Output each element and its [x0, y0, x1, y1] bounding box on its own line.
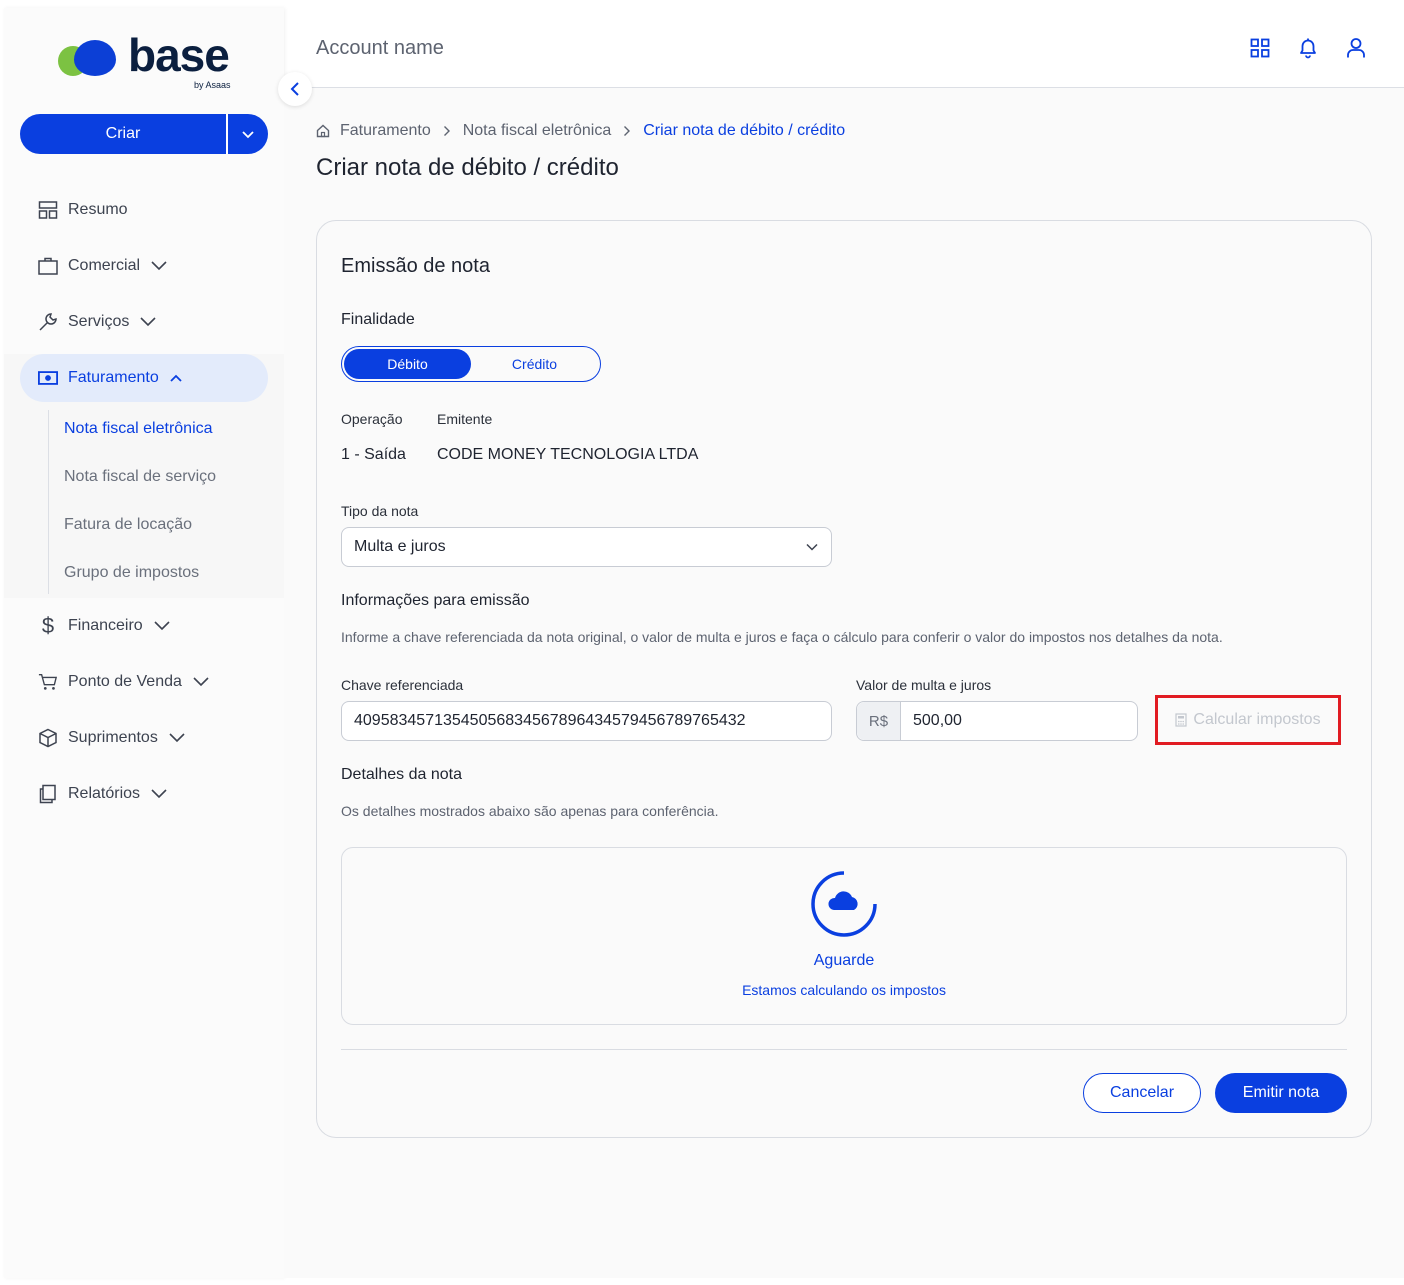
info-title: Informações para emissão — [341, 592, 530, 609]
finalidade-label: Finalidade — [341, 311, 415, 328]
sidebar-subitem-nfe[interactable]: Nota fiscal eletrônica — [64, 420, 213, 438]
operacao-label: Operação — [341, 411, 403, 427]
toggle-debito[interactable]: Débito — [344, 349, 471, 379]
sidebar-item-label: Suprimentos — [68, 729, 158, 746]
emit-button[interactable]: Emitir nota — [1215, 1073, 1347, 1113]
chevron-left-icon — [290, 82, 299, 96]
sidebar-item-label: Comercial — [68, 257, 141, 274]
breadcrumb-current[interactable]: Criar nota de débito / crédito — [643, 122, 845, 140]
breadcrumb: Faturamento Nota fiscal eletrônica Criar… — [316, 122, 845, 140]
box-icon — [38, 728, 58, 748]
cart-icon — [38, 672, 58, 692]
calcular-label: Calcular impostos — [1193, 711, 1321, 728]
loading-cloud-icon — [810, 870, 878, 938]
sidebar-item-financeiro[interactable]: $ Financeiro — [20, 602, 268, 650]
emission-card: Emissão de nota Finalidade Débito Crédit… — [316, 220, 1372, 1138]
home-icon[interactable] — [316, 124, 330, 138]
brand-by: by Asaas — [194, 80, 231, 90]
chevron-down-icon — [242, 131, 254, 139]
sidebar-subitem-fatura-locacao[interactable]: Fatura de locação — [64, 516, 192, 534]
collapse-sidebar-button[interactable] — [278, 72, 312, 106]
sidebar-item-comercial[interactable]: Comercial — [20, 242, 268, 290]
chevron-down-icon — [150, 260, 168, 272]
tipo-value: Multa e juros — [354, 538, 446, 555]
money-icon — [38, 368, 58, 388]
dashboard-icon — [38, 200, 58, 220]
wait-title: Aguarde — [813, 952, 875, 969]
details-title: Detalhes da nota — [341, 766, 462, 783]
tipo-select[interactable]: Multa e juros — [341, 527, 832, 567]
sidebar-subitem-grupo-impostos[interactable]: Grupo de impostos — [64, 564, 199, 582]
sidebar-item-suprimentos[interactable]: Suprimentos — [20, 714, 268, 762]
chevron-right-icon — [443, 125, 451, 137]
sidebar-item-label: Faturamento — [68, 369, 159, 386]
chevron-down-icon — [153, 620, 171, 632]
logo-blue-dot — [74, 40, 116, 76]
sidebar-item-label: Financeiro — [68, 617, 143, 634]
chevron-down-icon — [168, 732, 186, 744]
chevron-down-icon — [150, 788, 168, 800]
details-help: Os detalhes mostrados abaixo são apenas … — [341, 803, 719, 819]
breadcrumb-faturamento[interactable]: Faturamento — [340, 122, 431, 140]
wait-subtitle: Estamos calculando os impostos — [742, 982, 946, 998]
breadcrumb-nfe[interactable]: Nota fiscal eletrônica — [463, 122, 612, 140]
create-split-button: Criar — [20, 114, 268, 154]
valor-label: Valor de multa e juros — [856, 677, 992, 693]
toggle-credito[interactable]: Crédito — [471, 349, 598, 379]
sidebar-item-relatorios[interactable]: Relatórios — [20, 770, 268, 818]
sidebar-item-label: Resumo — [68, 201, 128, 218]
sidebar-item-label: Ponto de Venda — [68, 673, 182, 690]
sidebar-item-servicos[interactable]: Serviços — [20, 298, 268, 346]
create-button[interactable]: Criar — [20, 114, 228, 154]
sidebar-item-faturamento[interactable]: Faturamento — [20, 354, 268, 402]
main-content: Faturamento Nota fiscal eletrônica Criar… — [284, 88, 1404, 1278]
chave-value: 4095834571354505683456789643457945678976… — [354, 712, 746, 729]
create-dropdown-button[interactable] — [228, 114, 268, 154]
cancel-button[interactable]: Cancelar — [1083, 1073, 1201, 1113]
emitente-label: Emitente — [437, 411, 493, 427]
account-name[interactable]: Account name — [316, 37, 444, 60]
emitente-value: CODE MONEY TECNOLOGIA LTDA — [437, 446, 699, 463]
operacao-value: 1 - Saída — [341, 446, 406, 463]
info-help: Informe a chave referenciada da nota ori… — [341, 629, 1223, 645]
calculator-icon — [1175, 713, 1188, 727]
bell-icon[interactable] — [1296, 36, 1320, 60]
tipo-label: Tipo da nota — [341, 503, 419, 519]
submenu-line — [48, 410, 49, 594]
sidebar-item-resumo[interactable]: Resumo — [20, 186, 268, 234]
sidebar-subitem-nfs[interactable]: Nota fiscal de serviço — [64, 468, 216, 486]
briefcase-icon — [38, 256, 58, 276]
sidebar-item-label: Relatórios — [68, 785, 141, 802]
top-header: Account name — [284, 8, 1404, 88]
chevron-down-icon — [805, 542, 819, 552]
chave-input[interactable]: 4095834571354505683456789643457945678976… — [341, 701, 832, 741]
card-title: Emissão de nota — [341, 255, 490, 277]
chevron-down-icon — [192, 676, 210, 688]
chave-label: Chave referenciada — [341, 677, 464, 693]
chevron-down-icon — [139, 316, 157, 328]
page-title: Criar nota de débito / crédito — [316, 154, 619, 181]
sidebar-item-label: Serviços — [68, 313, 130, 330]
brand-name: base — [128, 29, 230, 81]
chevron-up-icon — [169, 373, 183, 383]
finalidade-toggle: Débito Crédito — [341, 346, 601, 382]
currency-prefix: R$ — [857, 702, 901, 740]
chevron-right-icon — [623, 125, 631, 137]
calcular-impostos-button[interactable]: Calcular impostos — [1155, 695, 1341, 745]
wrench-icon — [38, 312, 58, 332]
apps-grid-icon[interactable] — [1248, 36, 1272, 60]
divider — [341, 1049, 1347, 1050]
sidebar: base by Asaas Criar Resumo Comercial Ser… — [4, 8, 284, 1278]
brand-logo[interactable]: base by Asaas — [58, 29, 248, 94]
sidebar-item-ponto-de-venda[interactable]: Ponto de Venda — [20, 658, 268, 706]
details-box: Aguarde Estamos calculando os impostos — [341, 847, 1347, 1025]
documents-icon — [38, 784, 58, 804]
user-icon[interactable] — [1344, 36, 1368, 60]
valor-input[interactable]: R$ 500,00 — [856, 701, 1138, 741]
dollar-icon: $ — [41, 613, 55, 638]
valor-value: 500,00 — [913, 712, 962, 729]
